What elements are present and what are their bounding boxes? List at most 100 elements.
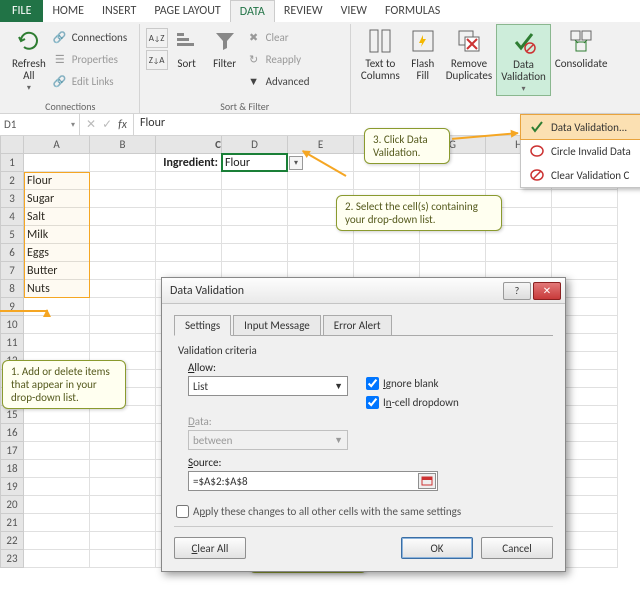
fx-icon[interactable]: fx	[118, 118, 127, 132]
cell[interactable]	[24, 550, 90, 568]
cell[interactable]	[156, 190, 222, 208]
ok-button[interactable]: OK	[401, 537, 473, 559]
cell[interactable]: Eggs	[24, 244, 90, 262]
row-header[interactable]: 18	[0, 460, 24, 478]
cell[interactable]	[552, 208, 618, 226]
cell[interactable]	[222, 190, 288, 208]
dv-menu-clear-validation[interactable]: Clear Validation C	[521, 163, 640, 187]
source-input[interactable]: =$A$2:$A$8	[188, 471, 438, 491]
cell[interactable]	[222, 226, 288, 244]
cell[interactable]: Flour	[24, 172, 90, 190]
dialog-tab-input-message[interactable]: Input Message	[233, 315, 321, 336]
col-header-A[interactable]: A	[24, 136, 90, 154]
text-to-columns-button[interactable]: Text to Columns	[357, 24, 404, 96]
cell[interactable]	[24, 514, 90, 532]
sort-asc-button[interactable]: A↓Z	[146, 28, 168, 48]
cancel-formula-icon[interactable]: ✕	[86, 117, 96, 132]
cell[interactable]	[24, 316, 90, 334]
accept-formula-icon[interactable]: ✓	[102, 117, 112, 132]
source-range-picker-button[interactable]	[418, 473, 436, 489]
cell[interactable]	[90, 262, 156, 280]
cell[interactable]	[156, 208, 222, 226]
cell[interactable]	[156, 244, 222, 262]
cell[interactable]: Ingredient:	[156, 154, 222, 172]
cell[interactable]	[90, 154, 156, 172]
dialog-close-button[interactable]: ✕	[533, 282, 561, 300]
cell[interactable]	[222, 208, 288, 226]
cell[interactable]	[90, 460, 156, 478]
cell[interactable]	[90, 316, 156, 334]
dialog-tab-settings[interactable]: Settings	[174, 315, 231, 336]
row-header[interactable]: 21	[0, 514, 24, 532]
row-header[interactable]: 1	[0, 154, 24, 172]
tab-view[interactable]: VIEW	[332, 0, 376, 22]
cell[interactable]	[90, 334, 156, 352]
cell[interactable]	[90, 496, 156, 514]
tab-review[interactable]: REVIEW	[275, 0, 332, 22]
row-header[interactable]: 4	[0, 208, 24, 226]
cell[interactable]	[354, 244, 420, 262]
cell[interactable]	[90, 190, 156, 208]
cell[interactable]: Salt	[24, 208, 90, 226]
connections-button[interactable]: 🔗Connections	[50, 26, 129, 48]
cell[interactable]	[24, 478, 90, 496]
cell[interactable]	[90, 226, 156, 244]
select-all-button[interactable]	[0, 136, 24, 154]
row-header[interactable]: 11	[0, 334, 24, 352]
col-header-D[interactable]: D	[222, 136, 288, 154]
remove-duplicates-button[interactable]: Remove Duplicates	[442, 24, 496, 96]
cell[interactable]	[552, 226, 618, 244]
row-header[interactable]: 8	[0, 280, 24, 298]
advanced-filter-button[interactable]: ▼Advanced	[244, 70, 312, 92]
row-header[interactable]: 23	[0, 550, 24, 568]
cell[interactable]	[24, 460, 90, 478]
row-header[interactable]: 5	[0, 226, 24, 244]
tab-file[interactable]: FILE	[0, 0, 43, 22]
cell[interactable]: Flour	[222, 154, 288, 172]
tab-formulas[interactable]: FORMULAS	[376, 0, 449, 22]
incell-dropdown-checkbox[interactable]: In-cell dropdown	[366, 396, 459, 409]
flash-fill-button[interactable]: Flash Fill	[404, 24, 442, 96]
tab-home[interactable]: HOME	[43, 0, 93, 22]
cell[interactable]	[24, 424, 90, 442]
row-header[interactable]: 3	[0, 190, 24, 208]
cell[interactable]: Nuts	[24, 280, 90, 298]
cell[interactable]	[90, 478, 156, 496]
row-header[interactable]: 22	[0, 532, 24, 550]
cell[interactable]	[24, 442, 90, 460]
cell[interactable]	[552, 244, 618, 262]
cell[interactable]	[552, 190, 618, 208]
row-header[interactable]: 9	[0, 298, 24, 316]
cell[interactable]	[90, 514, 156, 532]
cancel-button[interactable]: Cancel	[481, 537, 553, 559]
apply-to-same-settings-checkbox[interactable]	[176, 505, 189, 518]
dialog-tab-error-alert[interactable]: Error Alert	[323, 315, 392, 336]
ignore-blank-checkbox[interactable]: Ignore blank	[366, 377, 459, 390]
cell[interactable]	[222, 172, 288, 190]
cell[interactable]: Butter	[24, 262, 90, 280]
cell[interactable]	[24, 496, 90, 514]
cell[interactable]: Milk	[24, 226, 90, 244]
dialog-help-button[interactable]: ?	[503, 282, 531, 300]
allow-combo[interactable]: List▼	[188, 376, 348, 396]
dv-menu-data-validation[interactable]: Data Validation...	[520, 114, 640, 140]
cell[interactable]	[222, 244, 288, 262]
cell[interactable]	[90, 550, 156, 568]
cell[interactable]	[24, 532, 90, 550]
row-header[interactable]: 6	[0, 244, 24, 262]
col-header-C[interactable]: C	[156, 136, 222, 154]
data-validation-button[interactable]: Data Validation ▾	[496, 24, 551, 96]
row-header[interactable]: 17	[0, 442, 24, 460]
cell[interactable]	[420, 172, 486, 190]
row-header[interactable]: 16	[0, 424, 24, 442]
cell[interactable]	[288, 244, 354, 262]
col-header-B[interactable]: B	[90, 136, 156, 154]
cell[interactable]	[354, 172, 420, 190]
row-header[interactable]: 10	[0, 316, 24, 334]
dropdown-handle[interactable]: ▾	[289, 156, 303, 170]
cell[interactable]	[90, 424, 156, 442]
cell[interactable]	[90, 172, 156, 190]
sort-button[interactable]: Sort	[168, 24, 206, 96]
cell[interactable]	[90, 442, 156, 460]
name-box[interactable]: D1▾	[0, 114, 80, 135]
